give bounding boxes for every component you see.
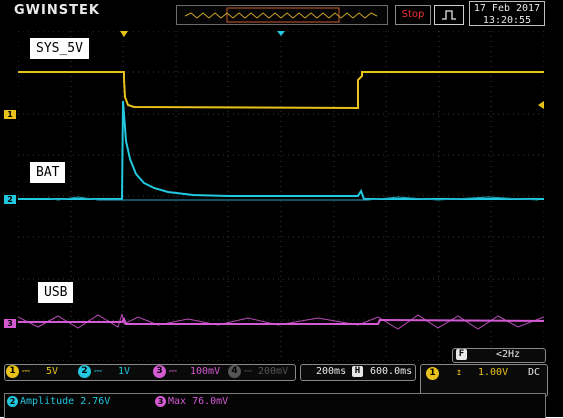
ch3-scale[interactable]: 100mV bbox=[190, 364, 220, 379]
memory-overview[interactable] bbox=[176, 5, 388, 25]
ch4-scale[interactable]: 200mV bbox=[258, 364, 288, 379]
measurement-panel: 2 Amplitude 2.76V 3 Max 76.0mV bbox=[4, 393, 546, 418]
ch2-coupling-icon: ⎓ bbox=[94, 366, 102, 377]
ch4-badge[interactable]: 4 bbox=[228, 365, 241, 378]
ch3-ground-marker[interactable]: 3 bbox=[4, 319, 16, 328]
brand-logo: GWINSTEK bbox=[14, 3, 100, 18]
measure-2-text: Max 76.0mV bbox=[168, 396, 229, 407]
ch1-badge[interactable]: 1 bbox=[6, 365, 19, 378]
trigger-level[interactable]: 1.00V bbox=[478, 365, 508, 380]
frequency-icon: F bbox=[456, 349, 467, 360]
ch3-badge[interactable]: 3 bbox=[153, 365, 166, 378]
pulse-edge-icon[interactable] bbox=[434, 5, 464, 25]
timebase-position[interactable]: 600.0ms bbox=[370, 364, 412, 379]
ch2-scale[interactable]: 1V bbox=[118, 364, 130, 379]
ch3-label: USB bbox=[38, 282, 74, 303]
settings-bar: 1 ⎓ 5V 2 ⎓ 1V 3 ⎓ 100mV 4 ⎓ 200mV 200ms … bbox=[0, 364, 563, 397]
trigger-slope-icon: ↥ bbox=[456, 367, 463, 378]
ch4-coupling-icon: ⎓ bbox=[244, 366, 252, 377]
top-bar: GWINSTEK Stop 17 Feb 2017 13:20:55 bbox=[0, 0, 563, 28]
overview-waveform-icon bbox=[184, 7, 378, 23]
ch2-ground-marker[interactable]: 2 bbox=[4, 195, 16, 204]
date-time-display: 17 Feb 2017 13:20:55 bbox=[469, 1, 545, 26]
measure-1-text: Amplitude 2.76V bbox=[20, 396, 111, 407]
oscilloscope-screen: GWINSTEK Stop 17 Feb 2017 13:20:55 SYS_5… bbox=[0, 0, 563, 418]
horizontal-position-icon: H bbox=[352, 366, 363, 377]
run-stop-indicator[interactable]: Stop bbox=[395, 5, 431, 25]
measure-1-badge: 2 bbox=[7, 396, 18, 407]
date-text: 17 Feb 2017 bbox=[473, 3, 541, 14]
measure-2-badge: 3 bbox=[155, 396, 166, 407]
waveform-graticule bbox=[18, 31, 544, 361]
ch2-badge[interactable]: 2 bbox=[78, 365, 91, 378]
timebase-scale[interactable]: 200ms bbox=[316, 364, 346, 379]
ch3-coupling-icon: ⎓ bbox=[169, 366, 177, 377]
ch2-label: BAT bbox=[30, 162, 66, 183]
trigger-coupling[interactable]: DC bbox=[528, 365, 540, 380]
trigger-source-badge[interactable]: 1 bbox=[426, 367, 439, 380]
ch1-ground-marker[interactable]: 1 bbox=[4, 110, 16, 119]
time-text: 13:20:55 bbox=[482, 15, 532, 26]
ch1-scale[interactable]: 5V bbox=[46, 364, 58, 379]
ch1-label: SYS_5V bbox=[30, 38, 89, 59]
ch1-coupling-icon: ⎓ bbox=[22, 366, 30, 377]
frequency-value: <2Hz bbox=[496, 349, 521, 360]
